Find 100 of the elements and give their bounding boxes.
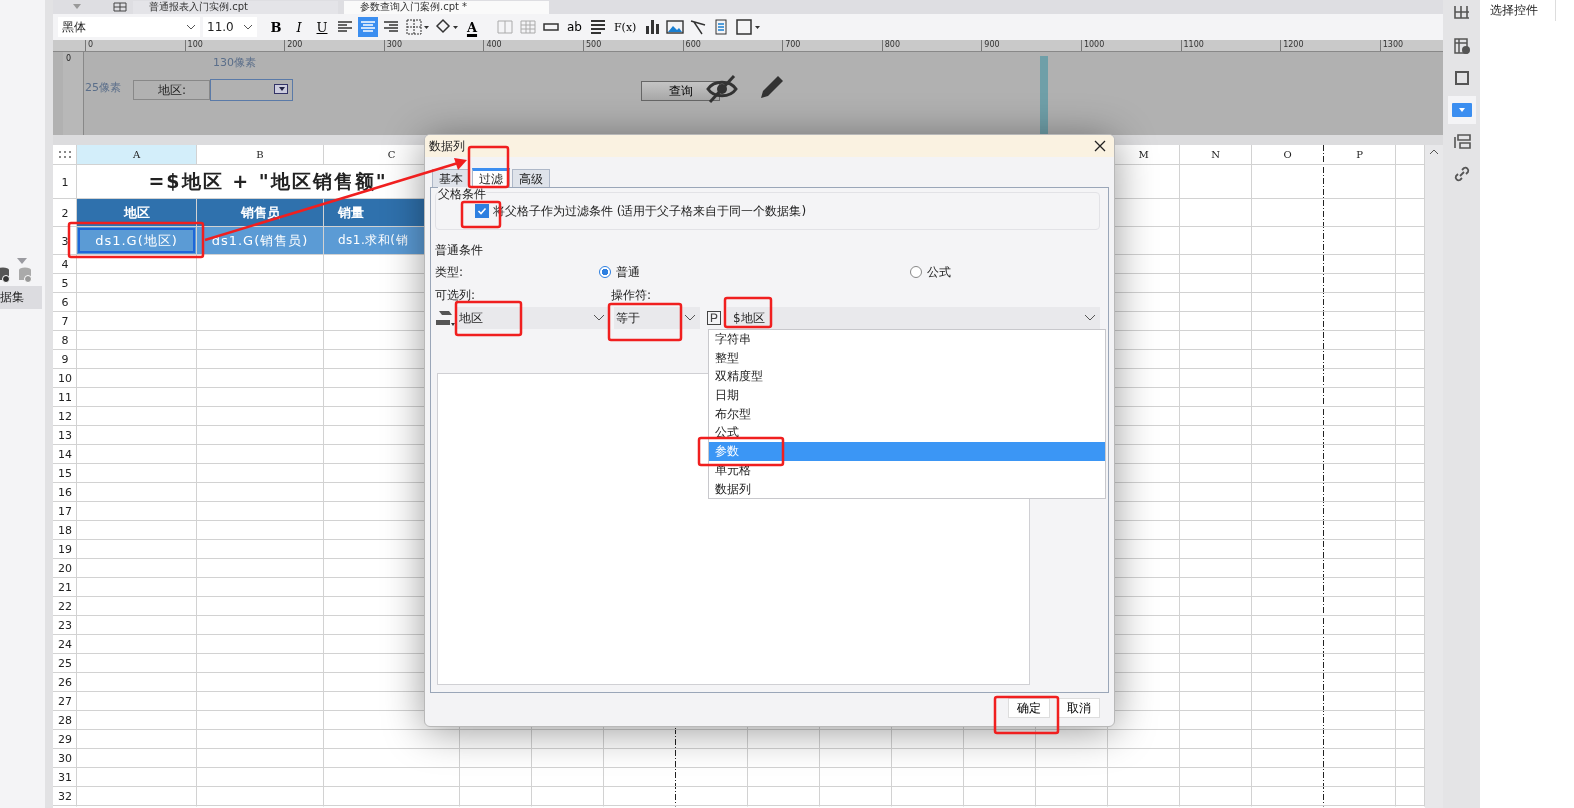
row-number[interactable]: 28 [53, 711, 77, 730]
row-number[interactable]: 24 [53, 635, 77, 654]
row-number[interactable]: 22 [53, 597, 77, 616]
column-header[interactable]: P [1324, 145, 1395, 164]
row-number[interactable]: 2 [53, 199, 77, 227]
table-cell: ds1.G(地区) [77, 227, 196, 254]
radio-button[interactable] [599, 266, 612, 278]
ruler-label: 0 [66, 54, 72, 63]
chevron-down-icon[interactable] [593, 314, 605, 322]
parameter-label[interactable]: 地区: [133, 80, 210, 100]
formula-button[interactable]: F(x) [611, 16, 640, 38]
row-number[interactable]: 19 [53, 540, 77, 559]
row-number[interactable]: 13 [53, 426, 77, 445]
row-number[interactable]: 16 [53, 483, 77, 502]
parameter-icon[interactable] [707, 311, 721, 325]
row-number[interactable]: 30 [53, 749, 77, 768]
sidebar-item[interactable]: 据集 [0, 286, 42, 309]
row-number[interactable]: 8 [53, 331, 77, 350]
radio-label[interactable]: 公式 [927, 263, 952, 281]
radio-button[interactable] [910, 266, 923, 278]
operator-combo-box[interactable]: 等于 [614, 307, 700, 329]
scroll-up-icon[interactable] [1429, 149, 1439, 155]
row-number[interactable]: 18 [53, 521, 77, 540]
row-number[interactable]: 4 [53, 255, 77, 274]
grid-icon[interactable] [113, 2, 127, 12]
chevron-down-icon[interactable] [684, 314, 696, 322]
dropdown-option[interactable]: 日期 [709, 386, 1105, 405]
row-number[interactable]: 21 [53, 578, 77, 597]
chevron-down-icon[interactable] [186, 24, 196, 30]
file-tab[interactable]: 参数查询入门案例.cpt * [344, 1, 549, 14]
cancel-button[interactable]: 取消 [1058, 698, 1100, 718]
column-combo-box[interactable]: 地区 [457, 307, 609, 329]
dialog-tab[interactable]: 基本 [432, 169, 470, 187]
row-number[interactable]: 12 [53, 407, 77, 426]
column-header[interactable]: O [1252, 145, 1323, 164]
image-icon[interactable] [665, 17, 686, 37]
dropdown-option[interactable]: 布尔型 [709, 404, 1105, 424]
row-number[interactable]: 27 [53, 692, 77, 711]
row-number[interactable]: 14 [53, 445, 77, 464]
select-all-icon[interactable] [59, 151, 71, 159]
radio-label[interactable]: 普通 [616, 263, 641, 281]
dropdown-option[interactable]: 公式 [709, 423, 1105, 443]
row-number[interactable]: 5 [53, 274, 77, 293]
row-number[interactable]: 15 [53, 464, 77, 483]
column-type-icon[interactable] [435, 309, 455, 327]
bold-button[interactable]: B [266, 16, 286, 38]
query-button[interactable]: 查询 [641, 81, 720, 101]
dialog-tab[interactable]: 高级 [512, 169, 550, 187]
column-header[interactable]: N [1180, 145, 1251, 164]
frame-icon[interactable] [734, 17, 763, 37]
row-number[interactable]: 17 [53, 502, 77, 521]
dropdown-option[interactable]: 整型 [709, 348, 1105, 368]
text-button[interactable]: ab [564, 16, 585, 38]
font-select[interactable]: 黑体 [62, 18, 86, 36]
dropdown-option[interactable]: 数据列 [709, 479, 1105, 499]
align-icon[interactable] [358, 17, 378, 37]
file-tab[interactable]: 普通报表入门实例.cpt [133, 1, 338, 14]
merge-cells-icon[interactable] [495, 17, 515, 37]
row-number[interactable]: 25 [53, 654, 77, 673]
paragraph-icon[interactable] [588, 17, 608, 37]
row-number[interactable]: 29 [53, 730, 77, 749]
layers-icon[interactable] [1451, 133, 1472, 151]
collapse-caret-icon[interactable] [17, 258, 27, 264]
row-number[interactable]: 9 [53, 350, 77, 369]
highlight-frame [467, 145, 510, 189]
vertical-scrollbar[interactable] [1425, 145, 1443, 808]
italic-button[interactable]: I [289, 16, 309, 38]
ruler-label: 800 [884, 40, 901, 49]
close-icon[interactable] [1094, 140, 1106, 152]
parameter-combo-box[interactable] [210, 79, 293, 101]
chevron-down-icon[interactable] [243, 24, 253, 30]
chevron-down-icon[interactable] [1084, 314, 1096, 322]
row-number[interactable]: 32 [53, 787, 77, 806]
value-combo-box[interactable]: $地区 [727, 307, 1100, 329]
row-number[interactable]: 1 [53, 165, 77, 199]
dropdown-option[interactable]: 双精度型 [709, 367, 1105, 387]
field-label: 类型: [435, 265, 464, 279]
report-info-icon[interactable] [1451, 37, 1472, 55]
font-color-button[interactable]: A [462, 16, 482, 38]
dropdown-option[interactable]: 字符串 [709, 330, 1105, 349]
row-number[interactable]: 7 [53, 312, 77, 331]
ok-button[interactable]: 确定 [1008, 698, 1050, 718]
row-number[interactable]: 3 [53, 227, 77, 255]
dropdown-icon[interactable] [274, 84, 288, 94]
column-header[interactable]: A [77, 145, 196, 164]
row-number[interactable]: 23 [53, 616, 77, 635]
row-number[interactable]: 11 [53, 388, 77, 407]
border-icon[interactable] [404, 17, 430, 37]
dropdown-widget-icon[interactable] [1451, 101, 1472, 119]
row-number[interactable]: 10 [53, 369, 77, 388]
dialog-title: 数据列 [429, 137, 465, 155]
tool-button[interactable] [1447, 96, 1476, 124]
underline-button[interactable]: U [312, 16, 332, 38]
row-number[interactable]: 6 [53, 293, 77, 312]
row-number[interactable]: 26 [53, 673, 77, 692]
row-number[interactable]: 20 [53, 559, 77, 578]
eye-slash-icon[interactable] [705, 74, 739, 104]
database-icon[interactable] [0, 267, 10, 283]
row-number[interactable]: 31 [53, 768, 77, 787]
column-header[interactable]: B [197, 145, 323, 164]
